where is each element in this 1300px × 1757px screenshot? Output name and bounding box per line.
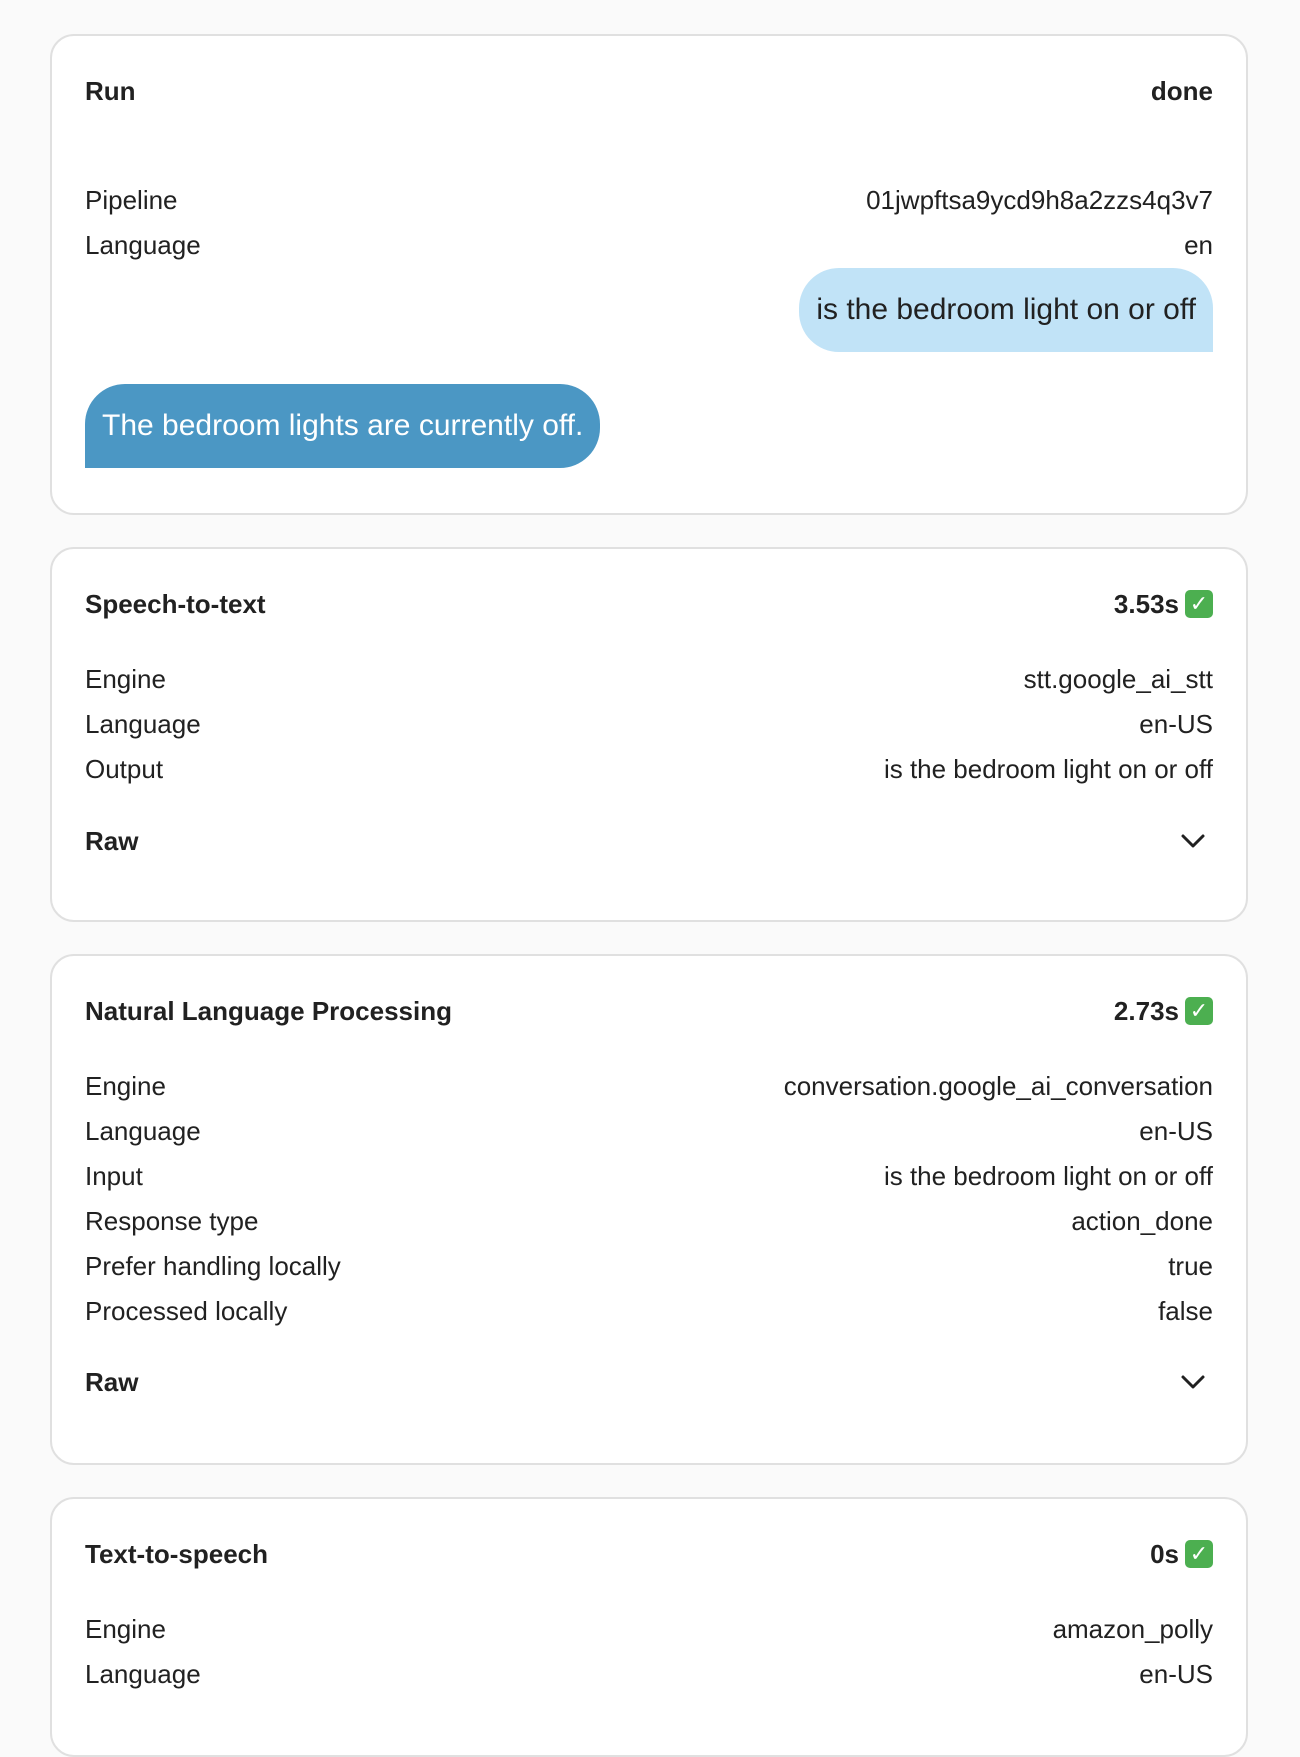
detail-value: is the bedroom light on or off	[883, 754, 1213, 784]
detail-row: Output is the bedroom light on or off	[85, 747, 1213, 792]
detail-row: Engine stt.google_ai_stt	[85, 657, 1213, 702]
run-card-header: Run done	[85, 74, 1213, 108]
nlp-card-header: Natural Language Processing 2.73s ✓	[85, 994, 1213, 1028]
detail-value: conversation.google_ai_conversation	[783, 1071, 1213, 1101]
nlp-raw-toggle[interactable]: Raw	[85, 1362, 1213, 1402]
detail-value: action_done	[1071, 1206, 1213, 1236]
detail-label: Engine	[85, 1614, 166, 1644]
detail-row: Processed locally false	[85, 1289, 1213, 1334]
detail-value: en	[1184, 230, 1213, 260]
detail-label: Language	[85, 1116, 201, 1146]
detail-value: true	[1168, 1251, 1213, 1281]
stt-raw-toggle[interactable]: Raw	[85, 821, 1213, 861]
stt-details: Engine stt.google_ai_stt Language en-US …	[85, 657, 1213, 792]
detail-value: en-US	[1139, 709, 1213, 739]
detail-value: 01jwpftsa9ycd9h8a2zzs4q3v7	[866, 185, 1213, 215]
detail-value: is the bedroom light on or off	[883, 1161, 1213, 1191]
chevron-down-icon[interactable]	[1173, 821, 1213, 861]
detail-label: Language	[85, 709, 201, 739]
detail-label: Language	[85, 1659, 201, 1689]
detail-label: Prefer handling locally	[85, 1251, 341, 1281]
stt-duration: 3.53s	[1113, 588, 1179, 619]
detail-row: Response type action_done	[85, 1199, 1213, 1244]
detail-row: Engine amazon_polly	[85, 1607, 1213, 1652]
tts-details: Engine amazon_polly Language en-US	[85, 1607, 1213, 1697]
detail-row: Language en-US	[85, 1109, 1213, 1154]
run-card: Run done Pipeline 01jwpftsa9ycd9h8a2zzs4…	[50, 34, 1248, 515]
chevron-down-icon[interactable]	[1173, 1362, 1213, 1402]
detail-value: en-US	[1139, 1116, 1213, 1146]
detail-row: Language en	[85, 223, 1213, 268]
detail-row: Language en-US	[85, 702, 1213, 747]
detail-value: amazon_polly	[1052, 1614, 1213, 1644]
detail-label: Input	[85, 1161, 143, 1191]
nlp-title: Natural Language Processing	[85, 995, 452, 1026]
detail-label: Engine	[85, 664, 166, 694]
raw-label: Raw	[85, 825, 139, 856]
stt-card: Speech-to-text 3.53s ✓ Engine stt.google…	[50, 547, 1248, 922]
detail-label: Response type	[85, 1206, 259, 1236]
tts-duration: 0s	[1150, 1538, 1179, 1569]
detail-label: Language	[85, 230, 201, 260]
run-title: Run	[85, 75, 136, 106]
detail-row: Engine conversation.google_ai_conversati…	[85, 1064, 1213, 1109]
tts-card: Text-to-speech 0s ✓ Engine amazon_polly …	[50, 1497, 1248, 1757]
check-icon: ✓	[1185, 997, 1213, 1025]
stt-card-header: Speech-to-text 3.53s ✓	[85, 587, 1213, 621]
detail-value: en-US	[1139, 1659, 1213, 1689]
check-icon: ✓	[1185, 1540, 1213, 1568]
run-status: done	[1150, 75, 1213, 106]
detail-value: stt.google_ai_stt	[1023, 664, 1213, 694]
detail-label: Pipeline	[85, 185, 178, 215]
detail-label: Processed locally	[85, 1296, 288, 1326]
detail-row: Pipeline 01jwpftsa9ycd9h8a2zzs4q3v7	[85, 178, 1213, 223]
stt-status: 3.53s ✓	[1114, 589, 1213, 620]
nlp-status: 2.73s ✓	[1114, 996, 1213, 1027]
nlp-duration: 2.73s	[1113, 995, 1179, 1026]
nlp-card: Natural Language Processing 2.73s ✓ Engi…	[50, 954, 1248, 1465]
assistant-message-bubble: The bedroom lights are currently off.	[85, 384, 601, 468]
user-message-bubble: is the bedroom light on or off	[799, 268, 1213, 352]
detail-row: Input is the bedroom light on or off	[85, 1154, 1213, 1199]
detail-label: Engine	[85, 1071, 166, 1101]
nlp-details: Engine conversation.google_ai_conversati…	[85, 1064, 1213, 1334]
tts-title: Text-to-speech	[85, 1538, 268, 1569]
detail-row: Language en-US	[85, 1652, 1213, 1697]
tts-card-header: Text-to-speech 0s ✓	[85, 1537, 1213, 1571]
raw-label: Raw	[85, 1366, 139, 1397]
detail-label: Output	[85, 754, 164, 784]
check-icon: ✓	[1185, 590, 1213, 618]
stt-title: Speech-to-text	[85, 588, 266, 619]
detail-value: false	[1158, 1296, 1213, 1326]
detail-row: Prefer handling locally true	[85, 1244, 1213, 1289]
tts-status: 0s ✓	[1150, 1539, 1213, 1570]
run-details: Pipeline 01jwpftsa9ycd9h8a2zzs4q3v7 Lang…	[85, 178, 1213, 268]
